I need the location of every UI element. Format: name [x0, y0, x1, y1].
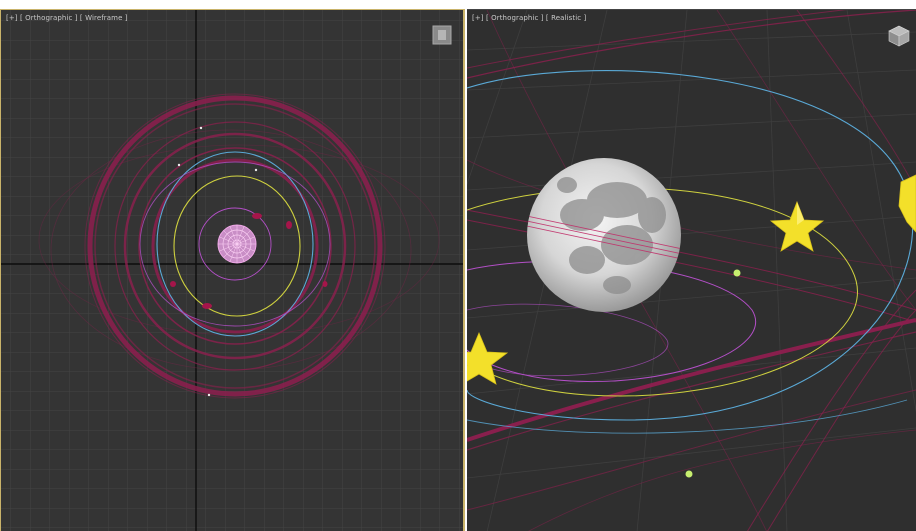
viewport-top-wireframe[interactable]: [+] [ Orthographic ] [ Wireframe ]: [0, 9, 465, 531]
viewcube-icon[interactable]: [887, 24, 911, 48]
small-planet-lower: [685, 470, 693, 478]
small-planet: [733, 269, 741, 277]
sun-wireframe: [217, 224, 257, 264]
viewcube-icon[interactable]: [432, 25, 452, 45]
realistic-scene: [467, 10, 916, 531]
viewport-label[interactable]: [+] [ Orthographic ] [ Wireframe ]: [6, 14, 128, 22]
viewport-label[interactable]: [+] [ Orthographic ] [ Realistic ]: [472, 14, 586, 22]
viewport-perspective-realistic[interactable]: [+] [ Orthographic ] [ Realistic ]: [467, 9, 916, 531]
wireframe-scene: [1, 10, 463, 531]
grid: [1, 10, 463, 531]
